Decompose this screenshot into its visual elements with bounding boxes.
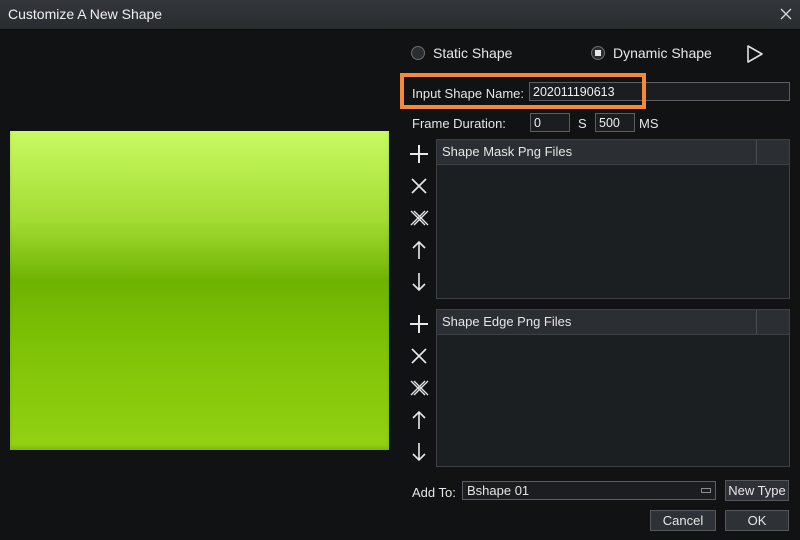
seconds-unit-label: S [578,116,587,131]
ms-unit-label: MS [639,116,659,131]
title-bar: Customize A New Shape [0,0,800,30]
mask-list-header-label: Shape Mask Png Files [442,144,573,159]
add-to-label: Add To: [412,485,456,500]
duration-ms-input[interactable]: 500 [595,113,635,132]
edge-list-header: Shape Edge Png Files [437,310,789,335]
shape-name-input[interactable]: 202011190613 [529,82,790,101]
remove-mask-button[interactable] [408,175,430,197]
new-type-button[interactable]: New Type [725,480,789,501]
clear-all-icon [410,210,429,226]
clear-all-icon [410,380,429,396]
add-icon [410,145,428,163]
radio-unchecked-icon [411,46,425,60]
move-up-icon [412,240,426,259]
static-shape-label: Static Shape [433,45,513,61]
dynamic-shape-radio[interactable]: Dynamic Shape [591,45,712,61]
move-down-mask-button[interactable] [408,271,430,293]
move-down-icon [412,273,426,292]
cancel-button[interactable]: Cancel [650,510,716,531]
clear-mask-button[interactable] [408,207,430,229]
move-down-edge-button[interactable] [408,441,430,463]
header-divider [756,310,757,334]
add-icon [410,315,428,333]
radio-checked-icon [591,46,605,60]
add-to-select[interactable]: Bshape 01 [462,481,716,500]
static-shape-radio[interactable]: Static Shape [411,45,512,61]
ok-button[interactable]: OK [725,510,789,531]
move-up-icon [412,410,426,429]
window-title: Customize A New Shape [8,6,163,22]
dropdown-icon [701,488,711,493]
edge-files-list[interactable]: Shape Edge Png Files [436,309,790,467]
close-icon[interactable] [778,6,794,22]
edge-list-header-label: Shape Edge Png Files [442,314,572,329]
remove-icon [411,178,427,194]
duration-seconds-input[interactable]: 0 [530,113,570,132]
add-mask-button[interactable] [408,143,430,165]
mask-files-list[interactable]: Shape Mask Png Files [436,139,790,299]
remove-edge-button[interactable] [408,345,430,367]
add-edge-button[interactable] [408,313,430,335]
move-up-edge-button[interactable] [408,409,430,431]
shape-preview [10,131,389,450]
move-up-mask-button[interactable] [408,239,430,261]
dynamic-shape-label: Dynamic Shape [613,45,712,61]
remove-icon [411,348,427,364]
frame-duration-label: Frame Duration: [412,116,506,131]
play-icon[interactable] [745,44,765,64]
add-to-value: Bshape 01 [467,483,530,498]
header-divider [756,140,757,164]
mask-list-header: Shape Mask Png Files [437,140,789,165]
clear-edge-button[interactable] [408,377,430,399]
shape-name-label: Input Shape Name: [412,86,525,101]
move-down-icon [412,443,426,462]
